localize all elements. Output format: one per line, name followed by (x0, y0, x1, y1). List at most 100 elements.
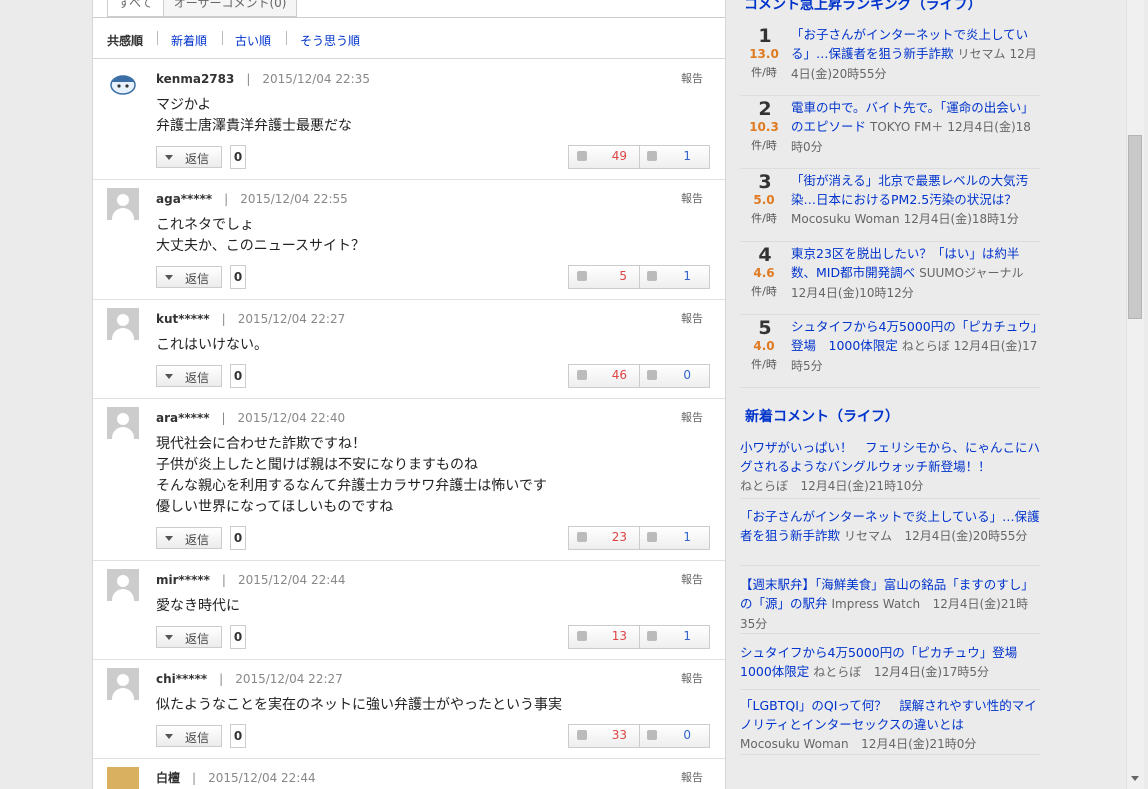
rank-rate: 10.3 (749, 120, 779, 134)
comment-text: 似たようなことを実在のネットに強い弁護士がやったという事実 (156, 695, 562, 716)
avatar (107, 668, 139, 700)
vote-divider (639, 365, 640, 387)
scrollbar-thumb[interactable] (1128, 135, 1142, 319)
comment-text: これネタでしょ 大丈夫か、このニュースサイト？ (156, 215, 365, 257)
ranking-title[interactable]: コメント急上昇ランキング（ライフ） (744, 0, 982, 14)
reply-label: 返信 (185, 533, 210, 547)
rank-unit: 件/時 (751, 66, 777, 79)
comment-meta: aga***** | 2015/12/04 22:55 (156, 192, 348, 206)
news-source: Mocosuku Woman (740, 737, 849, 751)
report-link[interactable]: 報告 (681, 310, 703, 326)
comment-item: kenma2783 | 2015/12/04 22:35 報告 マジかよ 弁護士… (93, 60, 725, 180)
report-link[interactable]: 報告 (681, 571, 703, 587)
vote-box: 5 1 (568, 265, 710, 289)
sort-oldest[interactable]: 古い順 (235, 32, 271, 49)
comment-username[interactable]: mir***** (156, 573, 210, 587)
vote-divider (639, 725, 640, 747)
reply-button[interactable]: 返信 (156, 626, 222, 648)
sort-agree[interactable]: そう思う順 (300, 32, 360, 49)
rank-unit: 件/時 (751, 285, 777, 298)
new-comments-title[interactable]: 新着コメント（ライフ） (745, 406, 899, 426)
thumbs-up-icon[interactable] (577, 271, 587, 281)
comment-username[interactable]: aga***** (156, 192, 212, 206)
sort-bar: 共感順 新着順 古い順 そう思う順 (93, 24, 725, 59)
news-item[interactable]: シュタイフから4万5000円の「ピカチュウ」登場 1000体限定 ねとらぼ 12… (740, 643, 1040, 690)
comment-line: そんな親心を利用するなんて弁護士カラサワ弁護士は怖いです (156, 478, 547, 494)
comment-item: chi***** | 2015/12/04 22:27 報告 似たようなことを実… (93, 660, 725, 759)
report-link[interactable]: 報告 (681, 409, 703, 425)
news-item[interactable]: 【週末駅弁】「海鮮美食」富山の銘品「ますのすし」の「源」の駅弁 Impress … (740, 575, 1040, 634)
thumbs-down-icon[interactable] (647, 532, 657, 542)
comment-username[interactable]: chi***** (156, 672, 207, 686)
reply-button[interactable]: 返信 (156, 146, 222, 168)
ranking-item[interactable]: 2 10.3 件/時 電車の中で。バイト先で。「運命の出会い」のエピソード TO… (740, 95, 1040, 169)
thumbs-up-icon[interactable] (577, 370, 587, 380)
reply-button[interactable]: 返信 (156, 365, 222, 387)
thumbs-down-icon[interactable] (647, 730, 657, 740)
ranking-item[interactable]: 5 4.0 件/時 シュタイフから4万5000円の「ピカチュウ」登場 1000体… (740, 314, 1040, 388)
rank-rate: 13.0 (749, 47, 779, 61)
comment-line: 弁護士唐澤貴洋弁護士最悪だな (156, 118, 352, 134)
rank-headline[interactable]: 「街が消える」北京で最悪レベルの大気汚染…日本におけるPM2.5汚染の状況は？ … (791, 171, 1039, 229)
rank-unit: 件/時 (751, 358, 777, 371)
thumbs-down-icon[interactable] (647, 271, 657, 281)
news-title[interactable]: 「LGBTQI」のQIって何？ 誤解されやすい性的マイノリティとインターセックス… (740, 698, 1037, 732)
rank-source: TOKYO FM＋ (870, 120, 944, 134)
report-link[interactable]: 報告 (681, 70, 703, 86)
scroll-down-icon[interactable] (1131, 776, 1139, 781)
news-source: リセマム (844, 529, 893, 543)
sort-newest[interactable]: 新着順 (171, 32, 207, 49)
news-item[interactable]: 「LGBTQI」のQIって何？ 誤解されやすい性的マイノリティとインターセックス… (740, 696, 1040, 755)
comment-tabs: すべて オーサーコメント(0) (107, 0, 298, 20)
vertical-scrollbar[interactable] (1126, 0, 1144, 789)
comment-date: 2015/12/04 22:55 (240, 192, 348, 206)
thumbs-down-icon[interactable] (647, 631, 657, 641)
rank-headline[interactable]: 電車の中で。バイト先で。「運命の出会い」のエピソード TOKYO FM＋ 12月… (791, 98, 1039, 157)
rank-rate: 5.0 (753, 193, 775, 207)
comment-meta: kenma2783 | 2015/12/04 22:35 (156, 72, 370, 86)
comment-line: 現代社会に合わせた詐欺ですね！ (156, 436, 366, 452)
news-title[interactable]: 小ワザがいっぱい！ フェリシモから、にゃんこにハグされるようなバングルウォッチ新… (740, 440, 1040, 474)
reply-count: 0 (230, 364, 246, 388)
ranking-item[interactable]: 3 5.0 件/時 「街が消える」北京で最悪レベルの大気汚染…日本におけるPM2… (740, 168, 1040, 242)
news-item[interactable]: 小ワザがいっぱい！ フェリシモから、にゃんこにハグされるようなバングルウォッチ新… (740, 438, 1040, 499)
report-link[interactable]: 報告 (681, 769, 703, 785)
comment-date: 2015/12/04 22:40 (237, 411, 346, 425)
thumbs-up-icon[interactable] (577, 730, 587, 740)
rank-number: 3 (758, 171, 772, 193)
reply-button[interactable]: 返信 (156, 725, 222, 747)
sort-empathy[interactable]: 共感順 (107, 32, 143, 49)
reply-button[interactable]: 返信 (156, 266, 222, 288)
reply-label: 返信 (185, 731, 210, 745)
disagree-count: 1 (683, 629, 691, 643)
ranking-item[interactable]: 1 13.0 件/時 「お子さんがインターネットで炎上している」…保護者を狙う新… (740, 22, 1040, 96)
agree-count: 23 (611, 530, 627, 544)
thumbs-down-icon[interactable] (647, 370, 657, 380)
tab-all[interactable]: すべて (107, 0, 164, 17)
thumbs-down-icon[interactable] (647, 151, 657, 161)
rank-headline[interactable]: シュタイフから4万5000円の「ピカチュウ」登場 1000体限定 ねとらぼ 12… (791, 317, 1039, 376)
thumbs-up-icon[interactable] (577, 151, 587, 161)
comment-meta: chi***** | 2015/12/04 22:27 (156, 672, 343, 686)
vote-divider (639, 626, 640, 648)
tab-author-comments[interactable]: オーサーコメント(0) (162, 0, 298, 17)
comment-username[interactable]: ara***** (156, 411, 210, 425)
comment-username[interactable]: kenma2783 (156, 72, 234, 86)
vote-divider (639, 146, 640, 168)
comment-username[interactable]: kut***** (156, 312, 210, 326)
thumbs-up-icon[interactable] (577, 631, 587, 641)
report-link[interactable]: 報告 (681, 670, 703, 686)
ranking-item[interactable]: 4 4.6 件/時 東京23区を脱出したい？「はい」は約半数、MID都市開発調べ… (740, 241, 1040, 315)
thumbs-up-icon[interactable] (577, 532, 587, 542)
rank-title[interactable]: 「街が消える」北京で最悪レベルの大気汚染…日本におけるPM2.5汚染の状況は？ (791, 173, 1028, 207)
disagree-count: 1 (683, 530, 691, 544)
comment-line: これネタでしょ (156, 217, 254, 233)
comment-username[interactable]: 白檀 (156, 771, 180, 785)
reply-button[interactable]: 返信 (156, 527, 222, 549)
rank-headline[interactable]: 「お子さんがインターネットで炎上している」…保護者を狙う新手詐欺 リセマム 12… (791, 25, 1039, 84)
news-source: ねとらぼ (813, 665, 862, 679)
report-link[interactable]: 報告 (681, 190, 703, 206)
rank-headline[interactable]: 東京23区を脱出したい？「はい」は約半数、MID都市開発調べ SUUMOジャーナ… (791, 244, 1039, 303)
news-item[interactable]: 「お子さんがインターネットで炎上している」…保護者を狙う新手詐欺 リセマム 12… (740, 507, 1040, 566)
comment-line: 子供が炎上したと聞けば親は不安になりますものね (156, 457, 478, 473)
